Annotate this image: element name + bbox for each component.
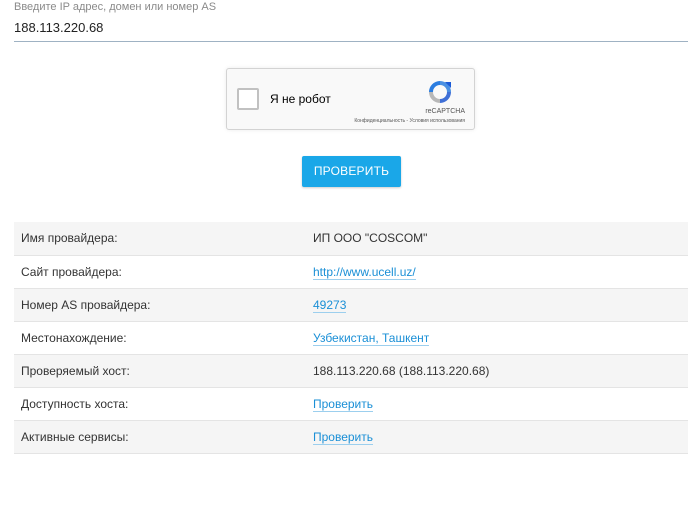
row-value-cell: ИП ООО "COSCOM" xyxy=(306,222,688,256)
search-label: Введите IP адрес, домен или номер AS xyxy=(14,1,217,13)
row-value-cell: http://www.ucell.uz/ xyxy=(306,255,688,289)
table-row: Номер AS провайдера: 49273 xyxy=(14,288,688,322)
row-value-cell: 49273 xyxy=(306,288,688,322)
recaptcha-logo-icon xyxy=(429,81,451,103)
recaptcha-privacy-link[interactable]: Конфиденциальность xyxy=(354,118,405,124)
provider-info-table: Имя провайдера: ИП ООО "COSCOM" Сайт прова… xyxy=(14,222,688,454)
row-label: Проверяемый хост: xyxy=(14,354,306,388)
search-field: Введите IP адрес, домен или номер AS xyxy=(14,0,688,42)
search-input[interactable] xyxy=(14,18,688,42)
row-value-link[interactable]: 49273 xyxy=(313,297,347,313)
table-row: Сайт провайдера: http://www.ucell.uz/ xyxy=(14,255,688,289)
recaptcha-terms-line: Конфиденциальность - Условия использован… xyxy=(354,118,465,124)
provider-info-body: Имя провайдера: ИП ООО "COSCOM" Сайт прова… xyxy=(14,222,688,454)
row-label: Номер AS провайдера: xyxy=(14,288,306,322)
table-row: Доступность хоста: Проверить xyxy=(14,387,688,421)
page: Введите IP адрес, домен или номер AS Я н… xyxy=(0,0,698,512)
row-value-link[interactable]: Узбекистан, Ташкент xyxy=(313,330,430,346)
row-value-cell: Узбекистан, Ташкент xyxy=(306,321,688,355)
row-label: Доступность хоста: xyxy=(14,387,306,421)
recaptcha-label: Я не робот xyxy=(270,92,331,106)
row-value-cell: Проверить xyxy=(306,420,688,454)
row-value-link[interactable]: Проверить xyxy=(313,429,374,445)
table-row: Активные сервисы: Проверить xyxy=(14,420,688,454)
row-label: Сайт провайдера: xyxy=(14,255,306,289)
recaptcha-checkbox[interactable] xyxy=(237,88,259,110)
recaptcha-terms-link[interactable]: Условия использования xyxy=(410,118,466,124)
row-value-link[interactable]: Проверить xyxy=(313,396,374,412)
row-value-link[interactable]: http://www.ucell.uz/ xyxy=(313,264,416,280)
row-value-cell: 188.113.220.68 (188.113.220.68) xyxy=(306,354,688,388)
recaptcha-brand: reCAPTCHA xyxy=(425,108,465,115)
row-label: Активные сервисы: xyxy=(14,420,306,454)
row-value: ИП ООО "COSCOM" xyxy=(313,231,428,246)
table-row: Имя провайдера: ИП ООО "COSCOM" xyxy=(14,222,688,256)
row-label: Местонахождение: xyxy=(14,321,306,355)
check-button[interactable]: ПРОВЕРИТЬ xyxy=(302,156,401,187)
row-value: 188.113.220.68 (188.113.220.68) xyxy=(313,363,490,378)
row-value-cell: Проверить xyxy=(306,387,688,421)
table-row: Проверяемый хост: 188.113.220.68 (188.113… xyxy=(14,354,688,388)
table-row: Местонахождение: Узбекистан, Ташкент xyxy=(14,321,688,355)
row-label: Имя провайдера: xyxy=(14,222,306,256)
recaptcha-widget: Я не робот reCAPTCHA Конфиденциальность … xyxy=(226,68,475,130)
